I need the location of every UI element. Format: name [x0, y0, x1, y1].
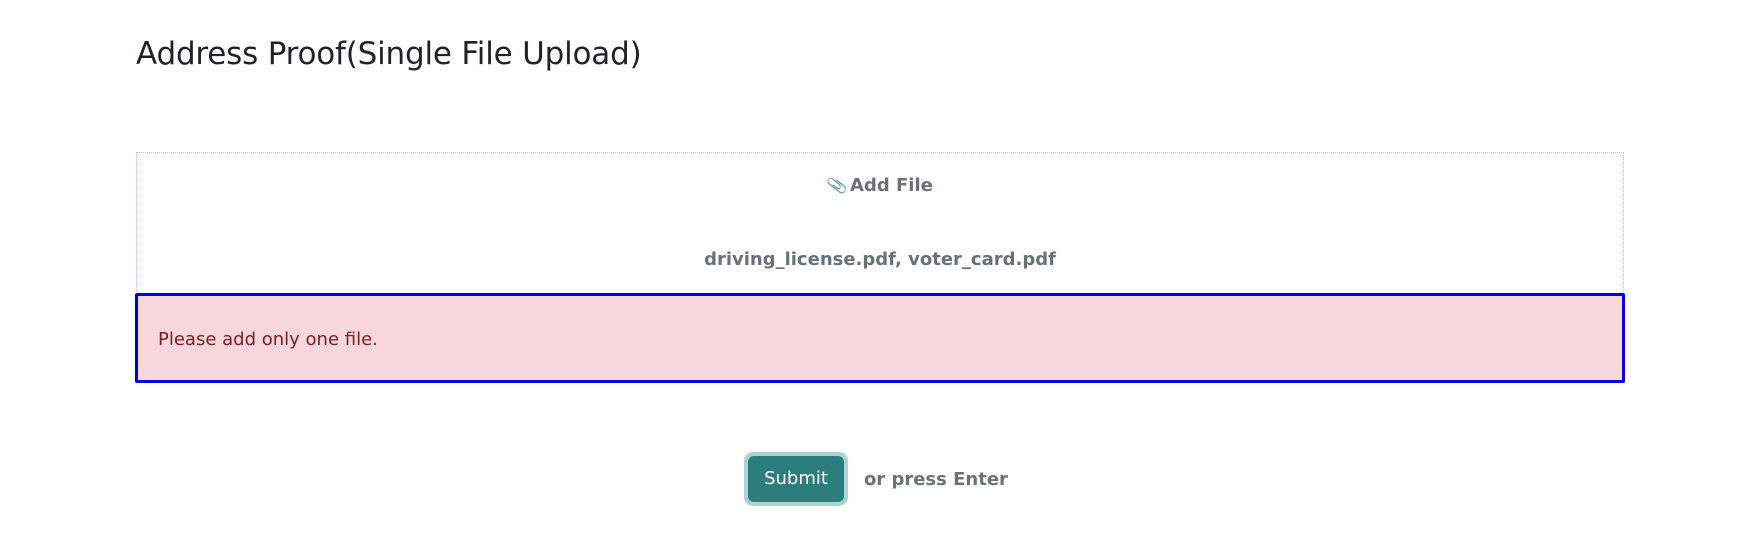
submit-button[interactable]: Submit	[748, 456, 844, 502]
file-dropzone[interactable]: 📎Add File driving_license.pdf, voter_car…	[136, 152, 1624, 294]
error-alert: Please add only one file.	[135, 293, 1625, 383]
submit-row: Submit or press Enter	[0, 452, 1752, 506]
submit-button-focus-ring: Submit	[744, 452, 848, 506]
error-message: Please add only one file.	[158, 329, 378, 350]
page-title: Address Proof(Single File Upload)	[136, 36, 642, 72]
submit-hint: or press Enter	[863, 468, 1008, 490]
add-file-label: Add File	[850, 175, 933, 196]
selected-files-list: driving_license.pdf, voter_card.pdf	[704, 249, 1056, 270]
add-file-button[interactable]: 📎Add File	[137, 174, 1623, 197]
page: Address Proof(Single File Upload) 📎Add F…	[0, 0, 1752, 554]
paperclip-icon: 📎	[825, 174, 849, 197]
